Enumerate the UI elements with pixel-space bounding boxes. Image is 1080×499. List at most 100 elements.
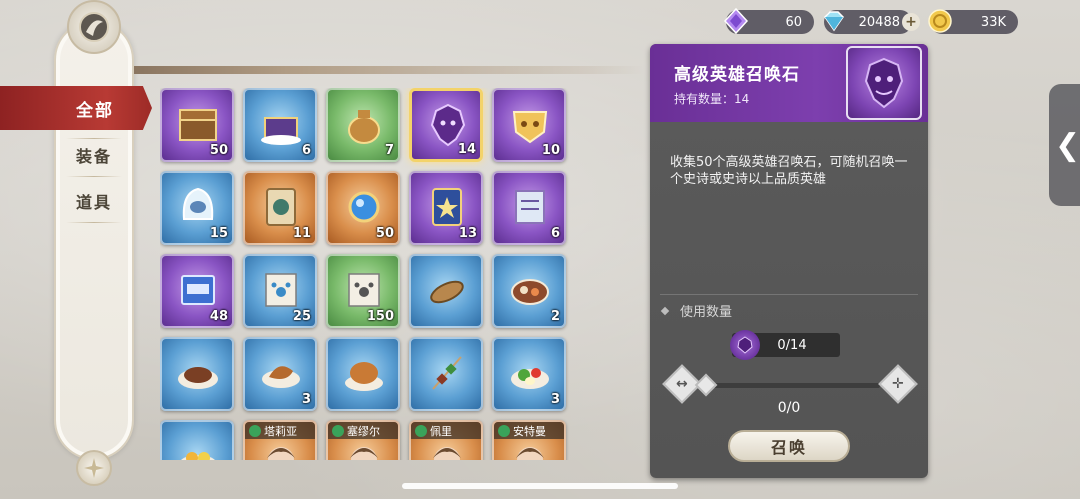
summon-button[interactable]: 召唤 [728,430,850,462]
quantity-slider-track[interactable] [700,383,880,388]
inventory-item[interactable]: 佩里 [409,420,483,460]
skewer-icon [423,349,471,397]
item-grid: 50 6 7 14 10 15 11 50 13 6 48 25 150 2 3 3 塔莉亚 塞缪尔 佩里 安特曼 [160,88,580,460]
item-detail-panel: 高级英雄召唤石 持有数量：14 收集50个高级英雄召唤石，可随机召唤一个史诗或史… [650,44,928,478]
inventory-item[interactable]: 7 [326,88,400,162]
slider-value: 0/0 [777,400,801,416]
inventory-item[interactable]: 11 [243,171,317,245]
item-count: 14 [457,142,476,157]
inventory-item[interactable]: 塔莉亚 [243,420,317,460]
inventory-screen: 60 20488 + 33K 全部 装备 道具 50 6 7 14 10 15 … [0,0,1080,499]
item-count: 6 [550,226,560,241]
inventory-item[interactable]: 50 [160,88,234,162]
emblem-icon [67,0,121,54]
blue-diamond-icon [820,7,848,35]
golden-mask-icon [506,100,554,148]
inventory-item[interactable]: 14 [409,88,483,162]
steak-plate-icon [174,349,222,397]
inventory-item[interactable]: 6 [492,171,566,245]
item-count: 50 [375,226,394,241]
item-count: 10 [541,143,560,158]
category-props-tab[interactable]: 道具 [60,182,128,220]
category-all-label: 全部 [76,100,114,121]
currency-gold-value: 33K [980,14,1006,30]
rune-card-icon [257,183,305,231]
inventory-item[interactable]: 3 [492,337,566,411]
purple-scroll-icon [506,183,554,231]
side-collapse-tab[interactable]: ❮ [1049,84,1080,206]
star-card-icon [423,183,471,231]
inventory-item[interactable]: 15 [160,171,234,245]
gold-coin-icon [926,7,954,35]
detail-title: 高级英雄召唤石 [674,65,800,85]
chevron-left-icon: ❮ [1055,127,1080,163]
detail-held-count: 持有数量：14 [674,92,750,106]
inventory-item[interactable] [326,337,400,411]
inventory-item[interactable]: 10 [492,88,566,162]
category-divider [66,222,122,223]
item-count: 2 [550,309,560,324]
item-count: 7 [384,143,394,158]
currency-crystal[interactable]: 60 [723,8,814,34]
ornate-chest-icon [257,100,305,148]
inventory-item[interactable] [409,254,483,328]
use-quantity-label: 使用数量 [660,301,733,320]
item-count: 25 [292,309,311,324]
item-count: 50 [209,143,228,158]
inventory-item[interactable] [160,337,234,411]
blue-orb-icon [340,183,388,231]
home-indicator[interactable] [402,483,678,489]
header-decoration [134,66,644,74]
inventory-item[interactable]: 13 [409,171,483,245]
currency-diamond-value: 20488 [858,14,900,30]
diamond-bullet-icon [660,306,670,315]
minus-arrows-icon: ↔ [676,375,688,392]
category-props-label: 道具 [75,193,112,212]
grilled-fish-icon [423,266,471,314]
quantity-slider-handle[interactable] [694,373,718,397]
treasure-chest-icon [174,100,222,148]
salad-icon [506,349,554,397]
inventory-item[interactable]: 48 [160,254,234,328]
purple-crystal-icon [722,7,750,35]
inventory-item[interactable]: 50 [326,171,400,245]
use-quantity-value: 0/14 [777,337,807,353]
inventory-item[interactable]: 塞缪尔 [326,420,400,460]
inventory-item[interactable]: 25 [243,254,317,328]
currency-diamond[interactable]: 20488 + [824,10,920,34]
inventory-item[interactable]: 150 [326,254,400,328]
item-count: 3 [301,392,311,407]
use-quantity-text: 使用数量 [680,305,733,320]
category-equipment-tab[interactable]: 装备 [60,136,128,174]
hooded-spirit-icon [174,183,222,231]
category-equipment-label: 装备 [75,147,112,166]
use-quantity-counter: 0/14 [730,330,840,360]
money-bag-icon [340,100,388,148]
add-diamond-button[interactable]: + [902,13,920,31]
detail-divider [660,294,918,295]
detail-description: 收集50个高级英雄召唤石，可随机召唤一个史诗或史诗以上品质英雄 [670,155,908,187]
detail-header: 高级英雄召唤石 持有数量：14 [650,44,928,122]
inventory-item[interactable] [409,337,483,411]
item-count: 15 [209,226,228,241]
hero-portrait-icon [506,432,554,460]
summon-stone-icon [846,46,922,120]
paw-scroll-icon [257,266,305,314]
currency-gold[interactable]: 33K [928,9,1018,34]
category-all-tab[interactable]: 全部 [0,86,152,130]
item-count: 13 [458,226,477,241]
hero-portrait-icon [340,432,388,460]
stew-bowl-icon [506,266,554,314]
currency-bar: 60 20488 + 33K [723,8,1018,34]
inventory-item[interactable]: 安特曼 [492,420,566,460]
exp-book-icon [174,266,222,314]
inventory-item[interactable] [160,420,234,460]
inventory-item[interactable]: 2 [492,254,566,328]
inventory-item[interactable]: 3 [243,337,317,411]
increase-button[interactable]: ✛ [878,364,918,404]
inventory-item[interactable]: 6 [243,88,317,162]
item-count: 6 [301,143,311,158]
hero-portrait-icon [257,432,305,460]
currency-crystal-value: 60 [785,14,802,30]
roast-meat-icon [257,349,305,397]
